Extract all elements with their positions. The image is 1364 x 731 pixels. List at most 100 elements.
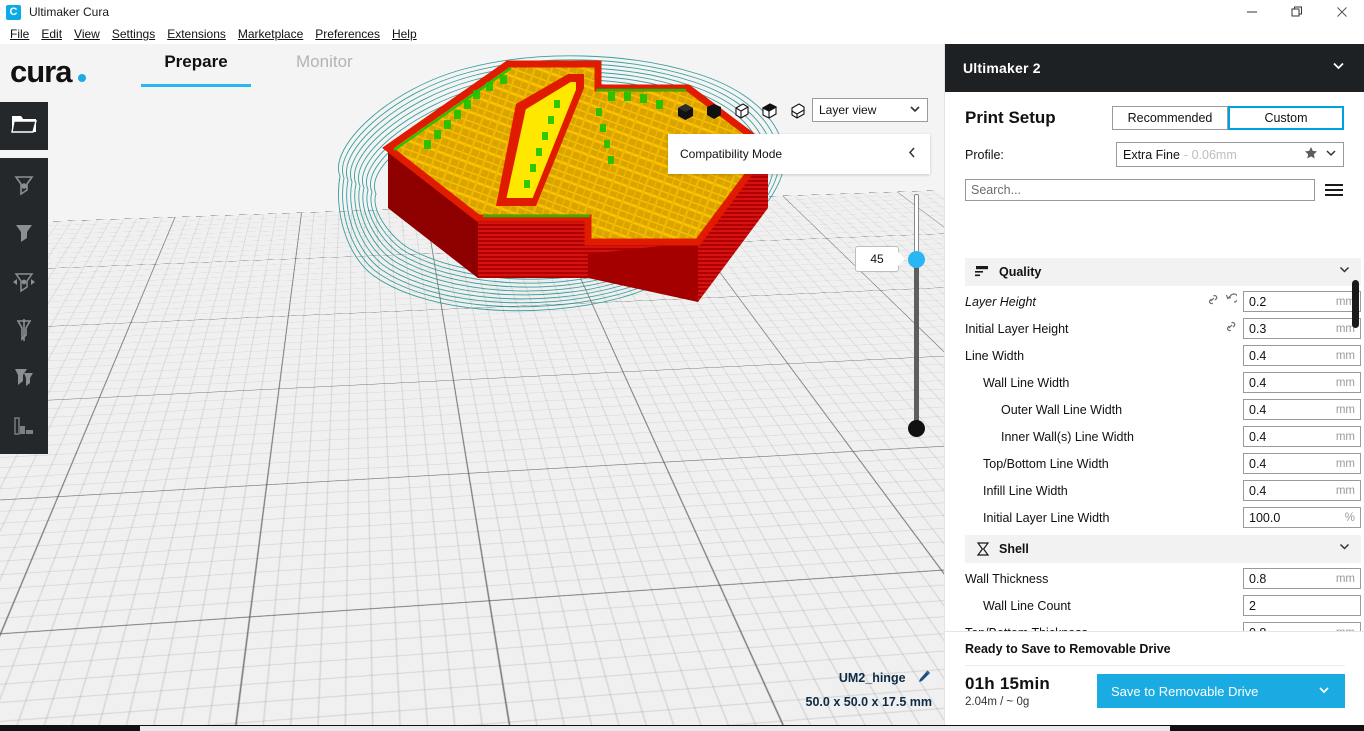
profile-label: Profile:: [965, 147, 1004, 162]
3d-viewport[interactable]: cura Prepare Monitor Layer view Compatib…: [0, 44, 944, 731]
setting-value-field[interactable]: 0.4 mm: [1243, 480, 1361, 501]
revert-icon[interactable]: [1224, 292, 1239, 311]
chevron-down-icon[interactable]: [1331, 58, 1346, 78]
chevron-left-icon[interactable]: [907, 146, 918, 162]
view-mode-layer-icon[interactable]: [784, 100, 810, 122]
view-mode-select[interactable]: Layer view: [812, 98, 928, 122]
setting-row[interactable]: Outer Wall Line Width 0.4 mm: [965, 396, 1361, 423]
setting-row[interactable]: Wall Line Count 2: [965, 592, 1361, 619]
view-mode-solid-icon[interactable]: [672, 100, 698, 122]
setting-row[interactable]: Infill Line Width 0.4 mm: [965, 477, 1361, 504]
layer-view-slider[interactable]: 45: [855, 194, 927, 439]
layer-slider-track-upper[interactable]: [914, 194, 919, 256]
menu-item-extensions[interactable]: Extensions: [161, 25, 232, 43]
quality-icon: [971, 264, 995, 280]
menu-item-file[interactable]: File: [4, 25, 35, 43]
menu-bar: File Edit View Settings Extensions Marke…: [0, 24, 1364, 44]
move-tool-icon[interactable]: [0, 162, 48, 210]
window-controls: [1229, 0, 1364, 24]
print-setup-mode-toggle: Recommended Custom: [1112, 106, 1344, 130]
layer-slider-lower-handle[interactable]: [908, 420, 925, 437]
link-icon[interactable]: [1224, 320, 1237, 338]
minimize-icon[interactable]: [1229, 0, 1274, 24]
mirror-tool-icon[interactable]: [0, 306, 48, 354]
setting-row[interactable]: Line Width 0.4 mm: [965, 342, 1361, 369]
profile-select[interactable]: Extra Fine - 0.06mm: [1116, 142, 1344, 167]
save-to-removable-drive-button[interactable]: Save to Removable Drive: [1097, 674, 1345, 708]
scale-tool-icon[interactable]: [0, 210, 48, 258]
stage-tab-prepare[interactable]: Prepare: [141, 52, 251, 87]
setting-row[interactable]: Wall Line Width 0.4 mm: [965, 369, 1361, 396]
menu-item-marketplace[interactable]: Marketplace: [232, 25, 309, 43]
per-model-settings-tool-icon[interactable]: [0, 354, 48, 402]
search-input[interactable]: [965, 179, 1315, 201]
setting-value-field[interactable]: 0.4 mm: [1243, 372, 1361, 393]
chevron-down-icon[interactable]: [1338, 540, 1351, 558]
restore-icon[interactable]: [1274, 0, 1319, 24]
menu-item-edit[interactable]: Edit: [35, 25, 68, 43]
model-name: UM2_hinge: [838, 671, 906, 685]
rotate-tool-icon[interactable]: [0, 258, 48, 306]
setting-row[interactable]: Initial Layer Line Width 100.0 %: [965, 504, 1361, 531]
setting-row[interactable]: Layer Height 0.2 mm: [965, 288, 1361, 315]
setting-value-field[interactable]: 0.4 mm: [1243, 453, 1361, 474]
menu-item-help[interactable]: Help: [386, 25, 423, 43]
view-mode-wireframe-icon[interactable]: [728, 100, 754, 122]
setting-value-field[interactable]: 100.0 %: [1243, 507, 1361, 528]
compatibility-mode-popup[interactable]: Compatibility Mode: [668, 134, 930, 174]
setting-value-field[interactable]: 0.2 mm: [1243, 291, 1361, 312]
output-area: Ready to Save to Removable Drive 01h 15m…: [945, 631, 1364, 727]
pencil-icon[interactable]: [917, 669, 932, 689]
setting-label: Wall Line Count: [983, 598, 1071, 613]
view-mode-xray-icon[interactable]: [756, 100, 782, 122]
setting-value: 0.4: [1249, 348, 1267, 363]
stage-tab-monitor[interactable]: Monitor: [296, 52, 353, 72]
print-setup-title: Print Setup: [965, 108, 1056, 127]
close-icon[interactable]: [1319, 0, 1364, 24]
setting-label: Initial Layer Line Width: [983, 510, 1110, 525]
setting-value-field[interactable]: 0.4 mm: [1243, 345, 1361, 366]
printer-header[interactable]: Ultimaker 2: [945, 44, 1364, 92]
setting-label: Initial Layer Height: [965, 321, 1069, 336]
link-icon[interactable]: [1206, 293, 1219, 311]
settings-list[interactable]: Quality Layer Height 0.2 mm Initial Laye…: [945, 258, 1364, 669]
recommended-mode-button[interactable]: Recommended: [1112, 106, 1228, 130]
setting-row[interactable]: Wall Thickness 0.8 mm: [965, 565, 1361, 592]
print-settings-panel: Ultimaker 2 Print Setup Recommended Cust…: [944, 44, 1364, 731]
scrollbar-thumb[interactable]: [1352, 280, 1359, 328]
cura-logo-dot: [78, 74, 87, 82]
chevron-down-icon[interactable]: [1317, 683, 1331, 700]
category-header-shell[interactable]: Shell: [965, 535, 1361, 563]
sliced-model[interactable]: [268, 44, 808, 390]
view-mode-filled-icon[interactable]: [700, 100, 726, 122]
setting-row[interactable]: Top/Bottom Line Width 0.4 mm: [965, 450, 1361, 477]
chevron-down-icon[interactable]: [1325, 147, 1337, 162]
setting-value-field[interactable]: 0.3 mm: [1243, 318, 1361, 339]
setting-value-field[interactable]: 0.4 mm: [1243, 399, 1361, 420]
view-mode-toolbar: [672, 100, 810, 122]
setting-value: 0.3: [1249, 321, 1267, 336]
setting-value-field[interactable]: 0.4 mm: [1243, 426, 1361, 447]
layer-slider-upper-handle[interactable]: [908, 251, 925, 268]
category-header-quality[interactable]: Quality: [965, 258, 1361, 286]
setting-value-field[interactable]: 2: [1243, 595, 1361, 616]
setting-row[interactable]: Initial Layer Height 0.3 mm: [965, 315, 1361, 342]
setting-value-field[interactable]: 0.8 mm: [1243, 568, 1361, 589]
menu-item-preferences[interactable]: Preferences: [309, 25, 386, 43]
setting-label: Line Width: [965, 348, 1025, 363]
bottom-strip: [0, 725, 1364, 731]
setting-row[interactable]: Inner Wall(s) Line Width 0.4 mm: [965, 423, 1361, 450]
print-time: 01h 15min: [965, 674, 1050, 693]
star-icon[interactable]: [1304, 146, 1318, 163]
open-file-button[interactable]: [0, 102, 48, 150]
menu-item-view[interactable]: View: [68, 25, 106, 43]
custom-mode-button[interactable]: Custom: [1228, 106, 1344, 130]
setting-value: 0.4: [1249, 402, 1267, 417]
hamburger-menu-icon[interactable]: [1325, 184, 1343, 196]
menu-item-settings[interactable]: Settings: [106, 25, 161, 43]
support-blocker-tool-icon[interactable]: [0, 402, 48, 450]
layer-slider-value[interactable]: 45: [855, 246, 905, 272]
chevron-down-icon[interactable]: [1338, 263, 1351, 281]
settings-scrollbar[interactable]: [1352, 280, 1359, 665]
profile-row: Profile: Extra Fine - 0.06mm: [945, 130, 1364, 167]
